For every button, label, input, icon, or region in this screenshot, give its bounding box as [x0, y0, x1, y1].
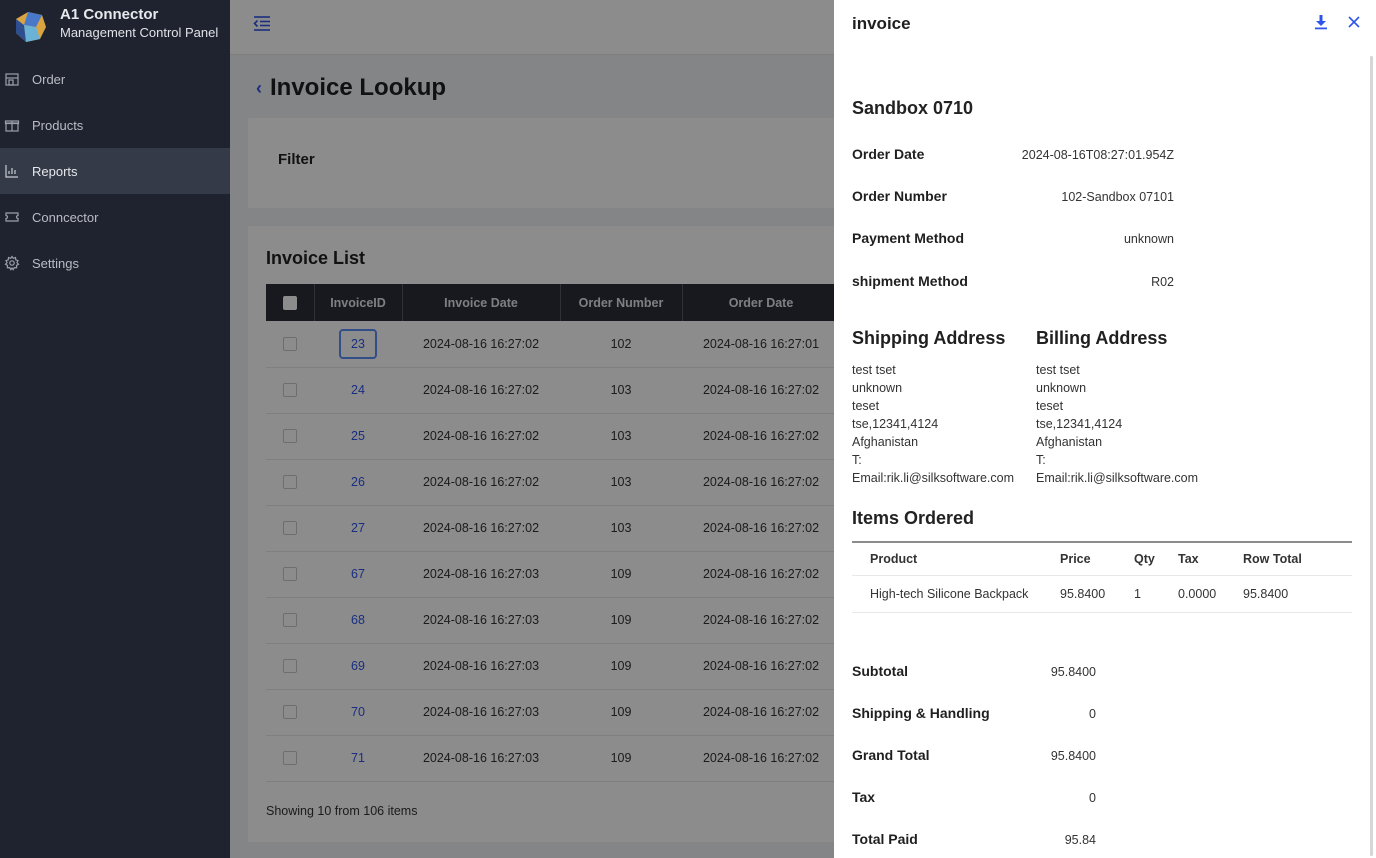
total-paid-row: Total Paid 95.84	[852, 831, 1096, 847]
sidebar-item-order[interactable]: Order	[0, 56, 230, 102]
payment-method-value: unknown	[1123, 232, 1174, 246]
grand-total-row: Grand Total 95.8400	[852, 747, 1096, 763]
sidebar: A1 Connector Management Control Panel Or…	[0, 0, 230, 858]
address-line: test tset	[1036, 363, 1080, 377]
col-price: Price	[1060, 542, 1134, 576]
item-price: 95.8400	[1060, 575, 1134, 613]
drawer-title: invoice	[852, 14, 911, 33]
billing-address: Billing Address test tset unknown teset tse…	[1036, 328, 1226, 487]
order-number-value: 102-Sandbox 07101	[1061, 190, 1174, 204]
tax-value: 0	[1089, 791, 1096, 805]
close-icon[interactable]	[1346, 14, 1362, 30]
sidebar-item-products[interactable]: Products	[0, 102, 230, 148]
address-line: test tset	[852, 363, 896, 377]
shipping-handling-label: Shipping & Handling	[852, 705, 990, 721]
sidebar-nav: Order Products Reports Conncector Settin…	[0, 56, 230, 286]
app-subtitle: Management Control Panel	[60, 25, 219, 40]
download-icon[interactable]	[1314, 14, 1328, 30]
address-line: unknown	[1036, 381, 1087, 395]
sidebar-item-label: Order	[32, 71, 66, 87]
gear-icon	[4, 255, 20, 271]
total-paid-label: Total Paid	[852, 831, 918, 847]
sidebar-item-label: Products	[32, 117, 84, 133]
address-line: Email:rik.li@silksoftware.com	[852, 471, 1015, 485]
drawer-scrollbar[interactable]	[1370, 56, 1373, 856]
subtotal-value: 95.8400	[1050, 665, 1096, 679]
address-line: teset	[1036, 399, 1064, 413]
ticket-icon	[4, 209, 20, 225]
col-tax: Tax	[1178, 542, 1243, 576]
subtotal-label: Subtotal	[852, 663, 908, 679]
items-header-row: Product Price Qty Tax Row Total	[852, 542, 1352, 576]
item-qty: 1	[1134, 575, 1178, 613]
shipping-handling-value: 0	[1089, 707, 1096, 721]
store-icon	[4, 71, 20, 87]
order-number-row: Order Number 102-Sandbox 07101	[852, 188, 1174, 204]
item-product: High-tech Silicone Backpack	[852, 575, 1060, 613]
brand: A1 Connector Management Control Panel	[12, 6, 218, 45]
col-product: Product	[852, 542, 1060, 576]
payment-method-row: Payment Method unknown	[852, 230, 1174, 246]
address-line: T:	[852, 453, 862, 467]
tax-row: Tax 0	[852, 789, 1096, 805]
address-line: T:	[1036, 453, 1046, 467]
tax-label: Tax	[852, 789, 876, 805]
address-line: tse,12341,4124	[852, 417, 939, 431]
item-row-total: 95.8400	[1243, 575, 1352, 613]
order-number-label: Order Number	[852, 188, 947, 204]
shipping-address-title: Shipping Address	[852, 328, 1006, 348]
shipping-address: Shipping Address test tset unknown teset ts…	[852, 328, 1042, 487]
sidebar-item-settings[interactable]: Settings	[0, 240, 230, 286]
logo-icon	[16, 12, 46, 42]
col-row-total: Row Total	[1243, 542, 1352, 576]
sidebar-item-label: Conncector	[32, 209, 99, 225]
sidebar-item-reports[interactable]: Reports	[0, 148, 230, 194]
shipping-handling-row: Shipping & Handling 0	[852, 705, 1096, 721]
address-line: tse,12341,4124	[1036, 417, 1123, 431]
items-table: Product Price Qty Tax Row Total High-tec…	[852, 541, 1352, 613]
payment-method-label: Payment Method	[852, 230, 965, 246]
subtotal-row: Subtotal 95.8400	[852, 663, 1096, 679]
store-name: Sandbox 0710	[852, 98, 974, 118]
billing-address-title: Billing Address	[1036, 328, 1168, 348]
item-tax: 0.0000	[1178, 575, 1243, 613]
address-line: Email:rik.li@silksoftware.com	[1036, 471, 1199, 485]
order-date-row: Order Date 2024-08-16T08:27:01.954Z	[852, 146, 1174, 162]
billing-address-lines: test tset unknown teset tse,12341,4124 Afgha…	[1036, 361, 1226, 487]
address-line: Afghanistan	[1036, 435, 1103, 449]
grand-total-label: Grand Total	[852, 747, 930, 763]
order-date-value: 2024-08-16T08:27:01.954Z	[1021, 148, 1174, 162]
address-line: Afghanistan	[852, 435, 919, 449]
sidebar-item-connector[interactable]: Conncector	[0, 194, 230, 240]
sidebar-item-label: Settings	[32, 255, 79, 271]
shipment-method-label: shipment Method	[852, 273, 968, 289]
shipment-method-value: R02	[1151, 275, 1174, 289]
grand-total-value: 95.8400	[1050, 749, 1096, 763]
invoice-drawer: invoice Sandbox 0710 Order Date 2024-08-…	[834, 0, 1376, 858]
address-line: teset	[852, 399, 880, 413]
shipment-method-row: shipment Method R02	[852, 273, 1174, 289]
address-line: unknown	[852, 381, 903, 395]
order-date-label: Order Date	[852, 146, 925, 162]
sidebar-item-label: Reports	[32, 163, 78, 179]
bar-chart-icon	[4, 163, 20, 179]
col-qty: Qty	[1134, 542, 1178, 576]
app-title: A1 Connector	[60, 6, 159, 23]
shipping-address-lines: test tset unknown teset tse,12341,4124 Afgha…	[852, 361, 1042, 487]
gift-icon	[4, 117, 20, 133]
total-paid-value: 95.84	[1064, 833, 1096, 847]
item-row: High-tech Silicone Backpack 95.8400 1 0.…	[852, 575, 1352, 613]
items-ordered-title: Items Ordered	[852, 508, 975, 528]
